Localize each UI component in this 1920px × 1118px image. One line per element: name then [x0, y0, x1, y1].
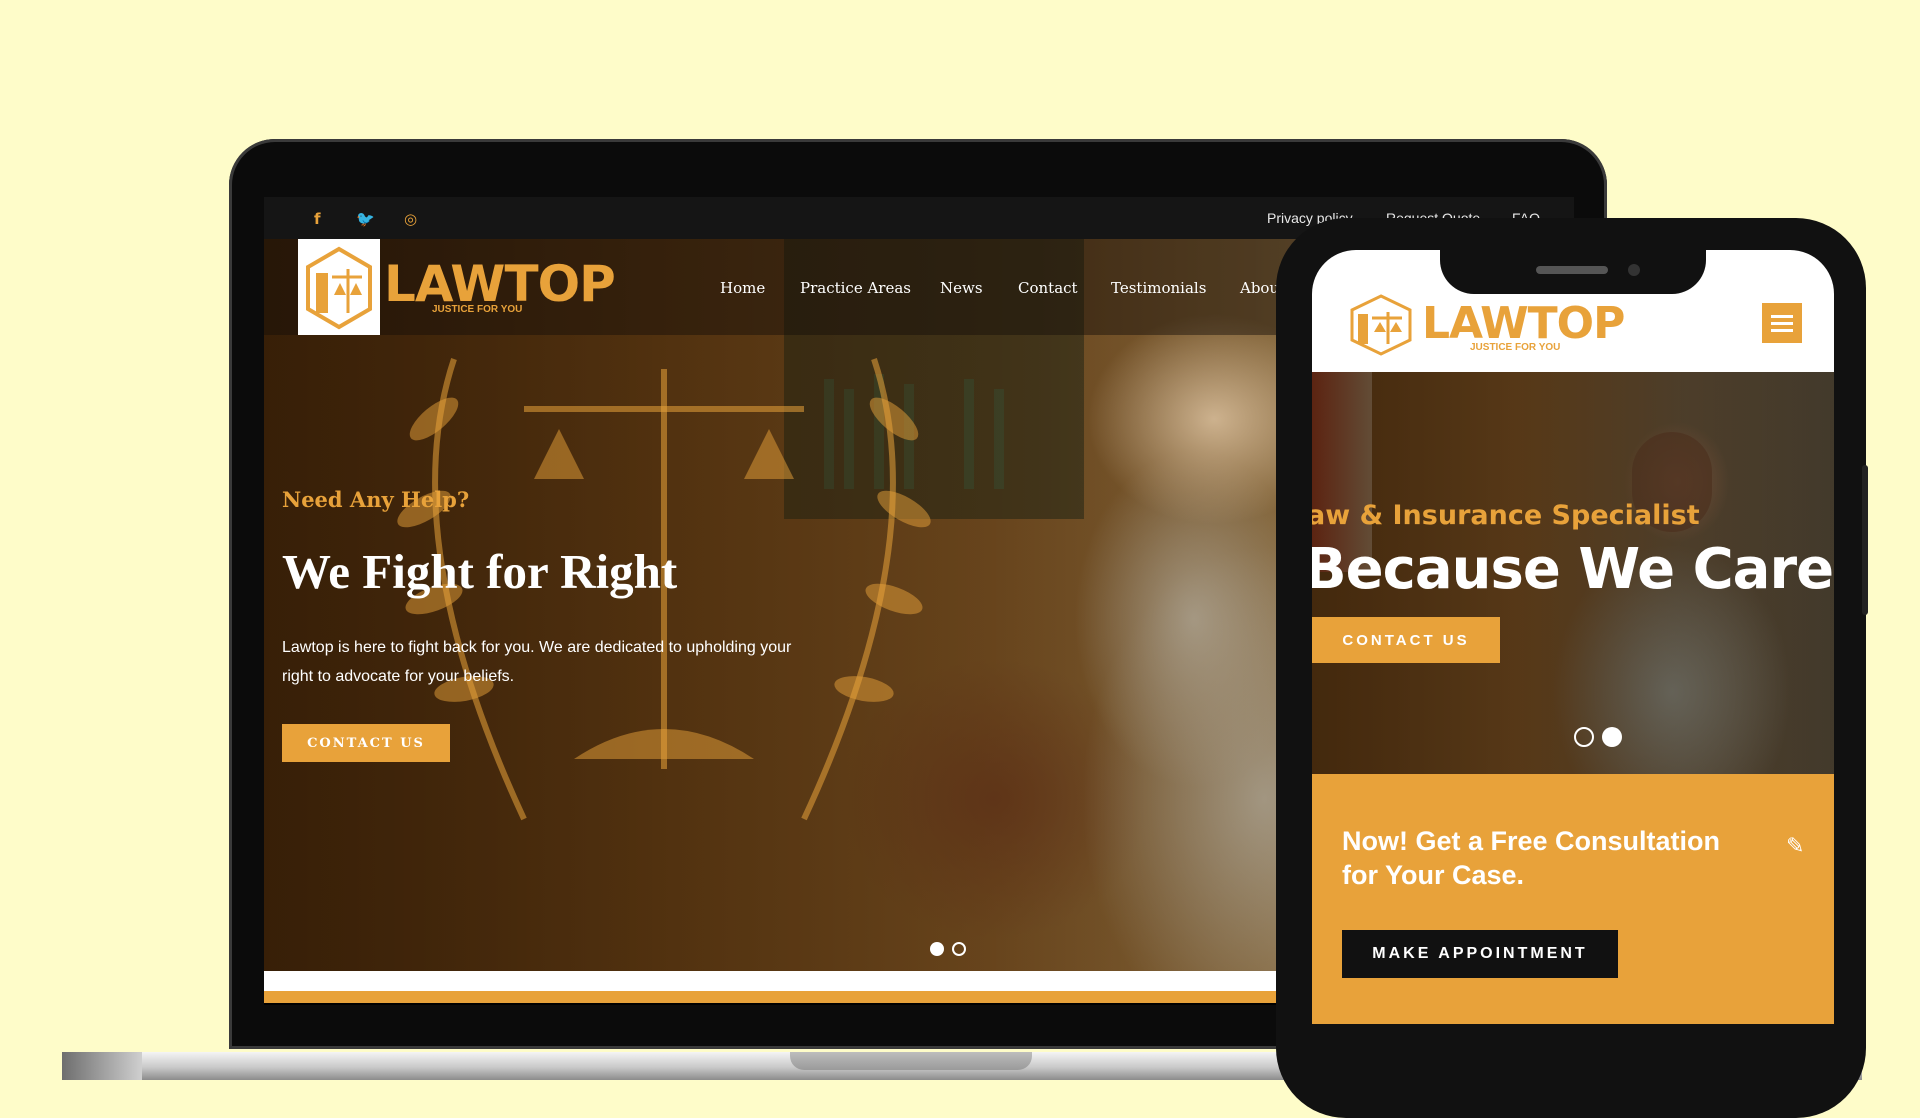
slider-dot-2[interactable]: [952, 942, 966, 956]
laptop-hinge-notch: [790, 1052, 1032, 1070]
nav-practice-areas[interactable]: Practice Areas: [800, 279, 911, 297]
consultation-cta: Now! Get a Free Consultation for Your Ca…: [1312, 774, 1834, 1024]
phone-camera: [1628, 264, 1640, 276]
nav-news[interactable]: News: [940, 279, 983, 297]
logo-emblem[interactable]: [298, 239, 380, 335]
mobile-hero-title: Because We Care: [1312, 537, 1834, 602]
twitter-icon[interactable]: 🐦: [356, 210, 375, 228]
hero-description: Lawtop is here to fight back for you. We…: [282, 639, 792, 685]
scales-pillar-icon[interactable]: [1344, 292, 1418, 358]
make-appointment-button[interactable]: MAKE APPOINTMENT: [1342, 930, 1618, 978]
logo-tagline: JUSTICE FOR YOU: [432, 304, 523, 315]
mobile-footer: [1312, 1024, 1834, 1080]
hero-title: We Fight for Right: [282, 544, 678, 599]
mobile-hero-banner: aw & Insurance Specialist Because We Car…: [1312, 372, 1834, 774]
phone-screen: LAWTOP JUSTICE FOR YOU aw & Insurance Sp…: [1312, 250, 1834, 1080]
nav-testimonials[interactable]: Testimonials: [1111, 279, 1206, 297]
hero-eyebrow: Need Any Help?: [282, 487, 470, 512]
nav-contact[interactable]: Contact: [1018, 279, 1078, 297]
mobile-contact-us-button[interactable]: CONTACT US: [1312, 617, 1500, 663]
instagram-icon[interactable]: ◎: [404, 210, 417, 228]
hamburger-icon[interactable]: [1762, 303, 1802, 343]
phone-speaker: [1536, 266, 1608, 274]
scales-pillar-icon: [306, 246, 372, 330]
mobile-slider-dot-2[interactable]: [1602, 727, 1622, 747]
nav-home[interactable]: Home: [720, 279, 765, 297]
pen-icon: ✎: [1786, 834, 1805, 859]
mobile-slider-dot-1[interactable]: [1574, 727, 1594, 747]
mobile-hero-eyebrow: aw & Insurance Specialist: [1312, 500, 1700, 531]
mobile-logo-tagline: JUSTICE FOR YOU: [1470, 342, 1561, 353]
cta-text: Now! Get a Free Consultation for Your Ca…: [1342, 826, 1721, 890]
slider-dot-1[interactable]: [930, 942, 944, 956]
contact-us-button[interactable]: CONTACT US: [282, 724, 450, 762]
facebook-icon[interactable]: f: [314, 210, 321, 228]
phone-side-button: [1862, 465, 1868, 615]
